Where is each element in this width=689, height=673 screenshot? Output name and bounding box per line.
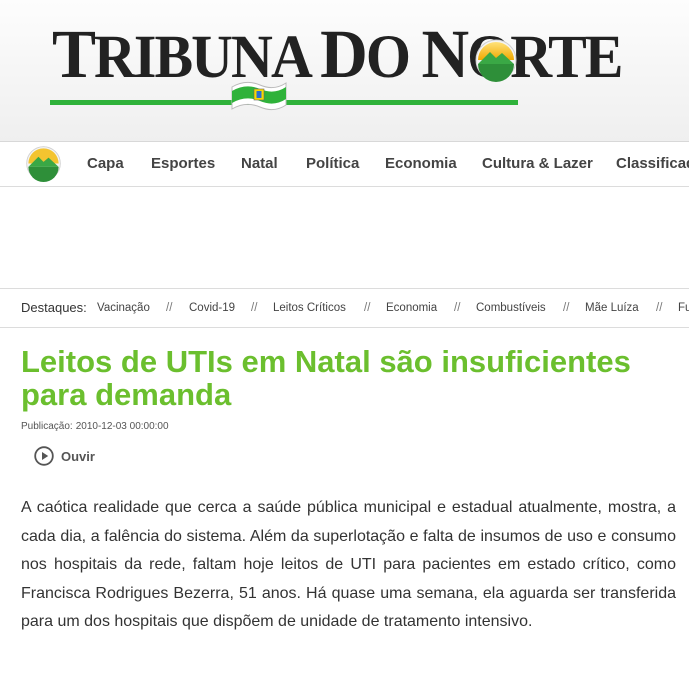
highlight-separator: // (251, 302, 258, 314)
logo-letter-t: T (52, 16, 96, 93)
home-emblem-icon[interactable] (25, 145, 62, 182)
publication-date: 2010-12-03 00:00:00 (75, 421, 169, 432)
highlight-separator: // (454, 302, 461, 314)
ad-space (0, 187, 689, 287)
play-circle-icon (34, 446, 54, 466)
highlight-truncated[interactable]: Fu (678, 302, 689, 314)
highlights-bar: Destaques: Vacinação // Covid-19 // Leit… (0, 288, 689, 328)
highlights-label: Destaques: (21, 300, 87, 315)
site-header: TRIBUNA DO NORTE (0, 0, 689, 142)
highlight-separator: // (656, 302, 663, 314)
nav-item-cultura-lazer[interactable]: Cultura & Lazer (482, 155, 593, 172)
listen-button[interactable]: Ouvir (34, 445, 95, 467)
mountain-sun-emblem-icon (475, 39, 517, 82)
logo-letter-n: N (421, 16, 469, 93)
article-body: A caótica realidade que cerca a saúde pú… (21, 499, 676, 630)
logo-word-o: O (365, 22, 422, 91)
highlight-separator: // (563, 302, 570, 314)
highlight-separator: // (166, 302, 173, 314)
nav-item-politica[interactable]: Política (306, 155, 359, 172)
highlight-covid-19[interactable]: Covid-19 (189, 302, 235, 314)
highlight-mae-luiza[interactable]: Mãe Luíza (585, 302, 639, 314)
nav-item-classificados[interactable]: Classificados (616, 155, 689, 172)
publication-info: Publicação: 2010-12-03 00:00:00 (21, 421, 169, 432)
publication-label: Publicação: (21, 421, 73, 432)
highlight-combustiveis[interactable]: Combustíveis (476, 302, 546, 314)
highlight-separator: // (364, 302, 371, 314)
logo-letter-d: D (320, 16, 368, 93)
highlight-vacinacao[interactable]: Vacinação (97, 302, 150, 314)
nav-item-economia[interactable]: Economia (385, 155, 457, 172)
site-logo[interactable]: TRIBUNA DO NORTE (52, 20, 623, 91)
nav-item-natal[interactable]: Natal (241, 155, 278, 172)
nav-item-esportes[interactable]: Esportes (151, 155, 215, 172)
nav-item-capa[interactable]: Capa (87, 155, 124, 172)
highlight-leitos-criticos[interactable]: Leitos Críticos (273, 302, 346, 314)
highlight-economia[interactable]: Economia (386, 302, 437, 314)
article-title: Leitos de UTIs em Natal são insuficiente… (21, 344, 631, 412)
main-nav: Capa Esportes Natal Política Economia Cu… (0, 142, 689, 187)
rio-grande-do-norte-flag-icon (231, 81, 287, 111)
listen-label: Ouvir (61, 448, 95, 464)
